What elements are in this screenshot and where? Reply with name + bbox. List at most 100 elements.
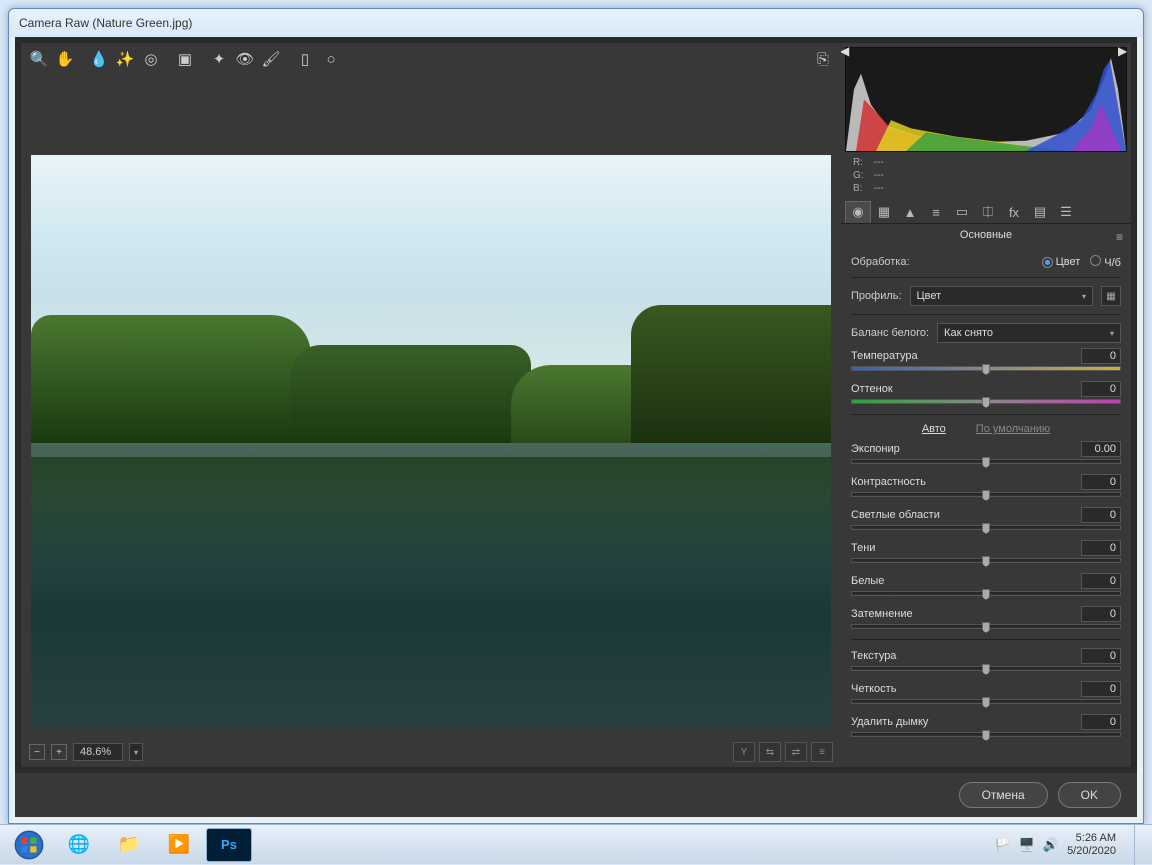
exposure-value[interactable]: 0.00 <box>1081 441 1121 457</box>
wb-label: Баланс белого: <box>851 327 929 339</box>
ok-button[interactable]: OK <box>1058 782 1121 808</box>
tray-volume-icon[interactable]: 🔊 <box>1043 837 1059 853</box>
dehaze-value[interactable]: 0 <box>1081 714 1121 730</box>
tab-basic-icon[interactable]: ◉ <box>845 201 871 223</box>
graduated-filter-tool-icon[interactable]: ▯ <box>293 47 317 71</box>
clock-date: 5/20/2020 <box>1067 845 1116 858</box>
tab-presets-icon[interactable]: ☰ <box>1053 201 1079 223</box>
panel-title: Основные <box>960 229 1012 241</box>
tab-detail-icon[interactable]: ▲ <box>897 201 923 223</box>
adjustment-brush-tool-icon[interactable]: 🖌 <box>259 47 283 71</box>
dialog-buttons: Отмена OK <box>15 773 1137 817</box>
zoom-tool-icon[interactable]: 🔍 <box>27 47 51 71</box>
highlights-slider[interactable] <box>851 525 1121 530</box>
app-body: 🔍 ✋ 💧 ✨ ◎ ▣ ✦ 👁 🖌 ▯ ○ ⎘ <box>15 37 1137 817</box>
panel-menu-icon[interactable]: ≡ <box>1116 230 1123 244</box>
whites-label: Белые <box>851 575 884 587</box>
window-titlebar[interactable]: Camera Raw (Nature Green.jpg) <box>9 9 1143 37</box>
shadows-label: Тени <box>851 542 875 554</box>
view-mode-icon[interactable]: ⇆ <box>759 742 781 762</box>
red-eye-tool-icon[interactable]: 👁 <box>233 47 257 71</box>
taskbar-explorer-icon[interactable]: 📁 <box>106 828 152 862</box>
windows-taskbar: 🌐 📁 ▶️ Ps 🏳️ 🖥️ 🔊 5:26 AM 5/20/2020 <box>0 824 1152 864</box>
tool-toolbar: 🔍 ✋ 💧 ✨ ◎ ▣ ✦ 👁 🖌 ▯ ○ ⎘ <box>21 43 841 75</box>
clarity-value[interactable]: 0 <box>1081 681 1121 697</box>
tray-flag-icon[interactable]: 🏳️ <box>995 837 1011 853</box>
temperature-slider[interactable] <box>851 366 1121 371</box>
taskbar-clock[interactable]: 5:26 AM 5/20/2020 <box>1067 832 1122 858</box>
zoom-in-button[interactable]: + <box>51 744 67 760</box>
spot-removal-tool-icon[interactable]: ✦ <box>207 47 231 71</box>
targeted-adjust-tool-icon[interactable]: ◎ <box>139 47 163 71</box>
window-title: Camera Raw (Nature Green.jpg) <box>19 16 192 30</box>
treatment-color-radio[interactable]: Цвет <box>1042 256 1081 268</box>
shadow-clip-icon[interactable]: ◀ <box>841 44 854 58</box>
panel-tabs: ◉ ▦ ▲ ≡ ▭ ⎅ fx ▤ ☰ <box>841 197 1131 224</box>
shadows-slider[interactable] <box>851 558 1121 563</box>
blacks-value[interactable]: 0 <box>1081 606 1121 622</box>
crop-tool-icon[interactable]: ▣ <box>173 47 197 71</box>
treatment-label: Обработка: <box>851 256 910 268</box>
blacks-label: Затемнение <box>851 608 913 620</box>
auto-link[interactable]: Авто <box>922 423 946 435</box>
taskbar-ie-icon[interactable]: 🌐 <box>56 828 102 862</box>
temperature-value[interactable]: 0 <box>1081 348 1121 364</box>
texture-value[interactable]: 0 <box>1081 648 1121 664</box>
treatment-bw-radio[interactable]: Ч/б <box>1090 255 1121 269</box>
system-tray: 🏳️ 🖥️ 🔊 5:26 AM 5/20/2020 <box>995 825 1147 865</box>
tint-slider[interactable] <box>851 399 1121 404</box>
hand-tool-icon[interactable]: ✋ <box>53 47 77 71</box>
tab-hsl-icon[interactable]: ≡ <box>923 201 949 223</box>
zoom-out-button[interactable]: − <box>29 744 45 760</box>
texture-slider[interactable] <box>851 666 1121 671</box>
preferences-icon[interactable]: ⎘ <box>811 47 835 71</box>
white-balance-tool-icon[interactable]: 💧 <box>87 47 111 71</box>
whites-slider[interactable] <box>851 591 1121 596</box>
default-link[interactable]: По умолчанию <box>976 423 1050 435</box>
tray-network-icon[interactable]: 🖥️ <box>1019 837 1035 853</box>
clock-time: 5:26 AM <box>1067 832 1116 845</box>
highlight-clip-icon[interactable]: ▶ <box>1118 44 1131 58</box>
start-button[interactable] <box>6 828 52 862</box>
dehaze-slider[interactable] <box>851 732 1121 737</box>
radial-filter-tool-icon[interactable]: ○ <box>319 47 343 71</box>
profile-label: Профиль: <box>851 290 902 302</box>
dehaze-label: Удалить дымку <box>851 716 928 728</box>
tab-split-icon[interactable]: ▭ <box>949 201 975 223</box>
taskbar-wmp-icon[interactable]: ▶️ <box>156 828 202 862</box>
whites-value[interactable]: 0 <box>1081 573 1121 589</box>
show-desktop-button[interactable] <box>1134 825 1146 865</box>
clarity-label: Четкость <box>851 683 896 695</box>
left-pane: 🔍 ✋ 💧 ✨ ◎ ▣ ✦ 👁 🖌 ▯ ○ ⎘ <box>21 43 841 767</box>
histogram[interactable]: ◀ ▶ <box>845 47 1127 152</box>
tab-calibration-icon[interactable]: ▤ <box>1027 201 1053 223</box>
contrast-slider[interactable] <box>851 492 1121 497</box>
clarity-slider[interactable] <box>851 699 1121 704</box>
settings-icon[interactable]: ≡ <box>811 742 833 762</box>
tab-lens-icon[interactable]: ⎅ <box>975 201 1001 223</box>
blacks-slider[interactable] <box>851 624 1121 629</box>
zoom-value[interactable]: 48.6% <box>73 743 123 761</box>
swap-icon[interactable]: ⇄ <box>785 742 807 762</box>
before-after-icon[interactable]: Y <box>733 742 755 762</box>
profile-browser-icon[interactable]: ▦ <box>1101 286 1121 306</box>
panel-body: Обработка: Цвет Ч/б Профиль: Цвет▾ ▦ <box>841 246 1131 767</box>
profile-select[interactable]: Цвет▾ <box>910 286 1093 306</box>
tint-label: Оттенок <box>851 383 893 395</box>
panel-title-row: Основные ≡ <box>841 224 1131 246</box>
tab-fx-icon[interactable]: fx <box>1001 201 1027 223</box>
tab-curve-icon[interactable]: ▦ <box>871 201 897 223</box>
contrast-value[interactable]: 0 <box>1081 474 1121 490</box>
tint-value[interactable]: 0 <box>1081 381 1121 397</box>
shadows-value[interactable]: 0 <box>1081 540 1121 556</box>
exposure-slider[interactable] <box>851 459 1121 464</box>
highlights-label: Светлые области <box>851 509 940 521</box>
taskbar-photoshop-icon[interactable]: Ps <box>206 828 252 862</box>
color-sampler-tool-icon[interactable]: ✨ <box>113 47 137 71</box>
zoom-dropdown[interactable]: ▾ <box>129 743 143 761</box>
image-canvas[interactable] <box>21 75 841 737</box>
highlights-value[interactable]: 0 <box>1081 507 1121 523</box>
wb-select[interactable]: Как снято▾ <box>937 323 1121 343</box>
image-preview <box>31 85 831 727</box>
cancel-button[interactable]: Отмена <box>959 782 1048 808</box>
